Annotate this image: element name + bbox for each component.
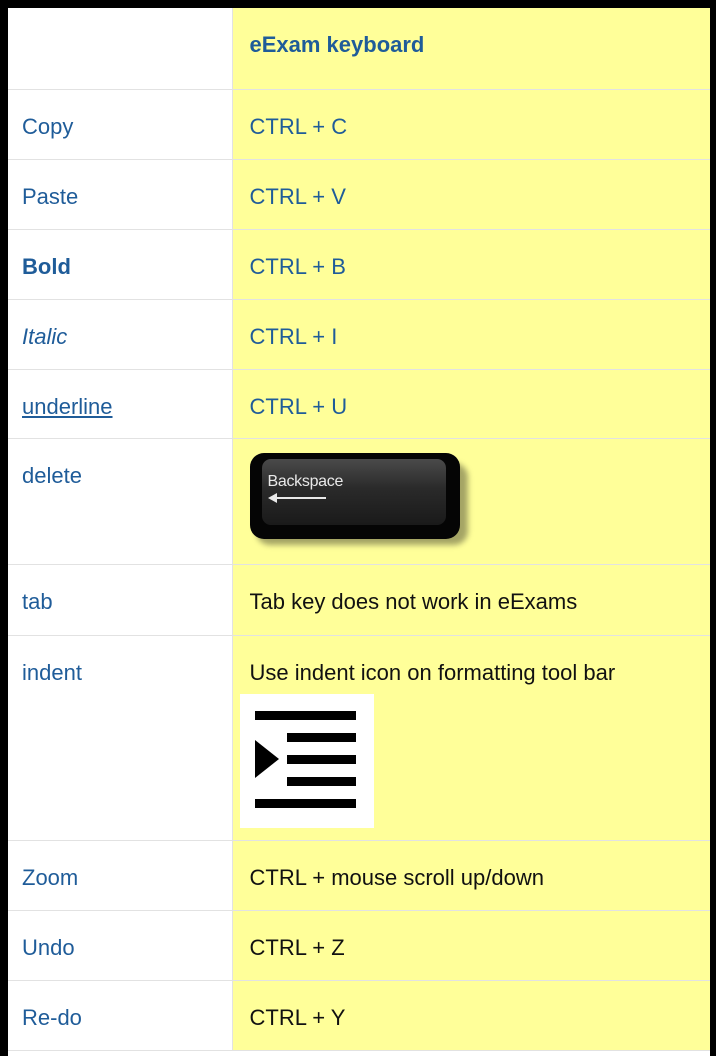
table-row: tab Tab key does not work in eExams	[8, 564, 710, 636]
action-italic: Italic	[8, 299, 233, 370]
indent-icon	[239, 693, 374, 828]
shortcut-tab: Tab key does not work in eExams	[232, 564, 710, 636]
table-row: Re-do CTRL + Y	[8, 980, 710, 1051]
table-row: Italic CTRL + I	[8, 299, 710, 370]
shortcut-delete-cell: Backspace	[232, 438, 710, 565]
action-redo: Re-do	[8, 980, 233, 1051]
shortcut-bold: CTRL + B	[232, 229, 710, 300]
action-zoom: Zoom	[8, 840, 233, 911]
table-row: Bold CTRL + B	[8, 229, 710, 300]
table-row: Copy CTRL + C	[8, 89, 710, 160]
action-copy: Copy	[8, 89, 233, 160]
header-left-cell	[8, 8, 233, 90]
table-row: Zoom CTRL + mouse scroll up/down	[8, 840, 710, 911]
action-undo: Undo	[8, 910, 233, 981]
shortcut-underline: CTRL + U	[232, 369, 710, 439]
table-row: indent Use indent icon on formatting too…	[8, 635, 710, 841]
indent-arrow-icon	[254, 739, 279, 778]
table-row: Undo CTRL + Z	[8, 910, 710, 981]
action-bold: Bold	[8, 229, 233, 300]
shortcut-copy: CTRL + C	[232, 89, 710, 160]
left-arrow-icon	[267, 492, 326, 503]
action-underline: underline	[8, 369, 233, 439]
shortcut-indent-cell: Use indent icon on formatting tool bar	[232, 635, 710, 841]
table-row: delete Backspace	[8, 438, 710, 565]
table-header-row: eExam keyboard	[8, 8, 710, 90]
action-delete: delete	[8, 438, 233, 565]
action-tab: tab	[8, 564, 233, 636]
table-row: underline CTRL + U	[8, 369, 710, 439]
action-indent: indent	[8, 635, 233, 841]
backspace-key-icon: Backspace	[249, 452, 468, 545]
header-title: eExam keyboard	[232, 8, 710, 90]
shortcut-italic: CTRL + I	[232, 299, 710, 370]
action-paste: Paste	[8, 159, 233, 230]
shortcut-redo: CTRL + Y	[232, 980, 710, 1051]
shortcut-indent: Use indent icon on formatting tool bar	[249, 659, 616, 685]
shortcut-paste: CTRL + V	[232, 159, 710, 230]
shortcut-undo: CTRL + Z	[232, 910, 710, 981]
table-row: Paste CTRL + V	[8, 159, 710, 230]
shortcut-zoom: CTRL + mouse scroll up/down	[232, 840, 710, 911]
keyboard-shortcuts-table: eExam keyboard Copy CTRL + C Paste CTRL …	[8, 8, 710, 1051]
